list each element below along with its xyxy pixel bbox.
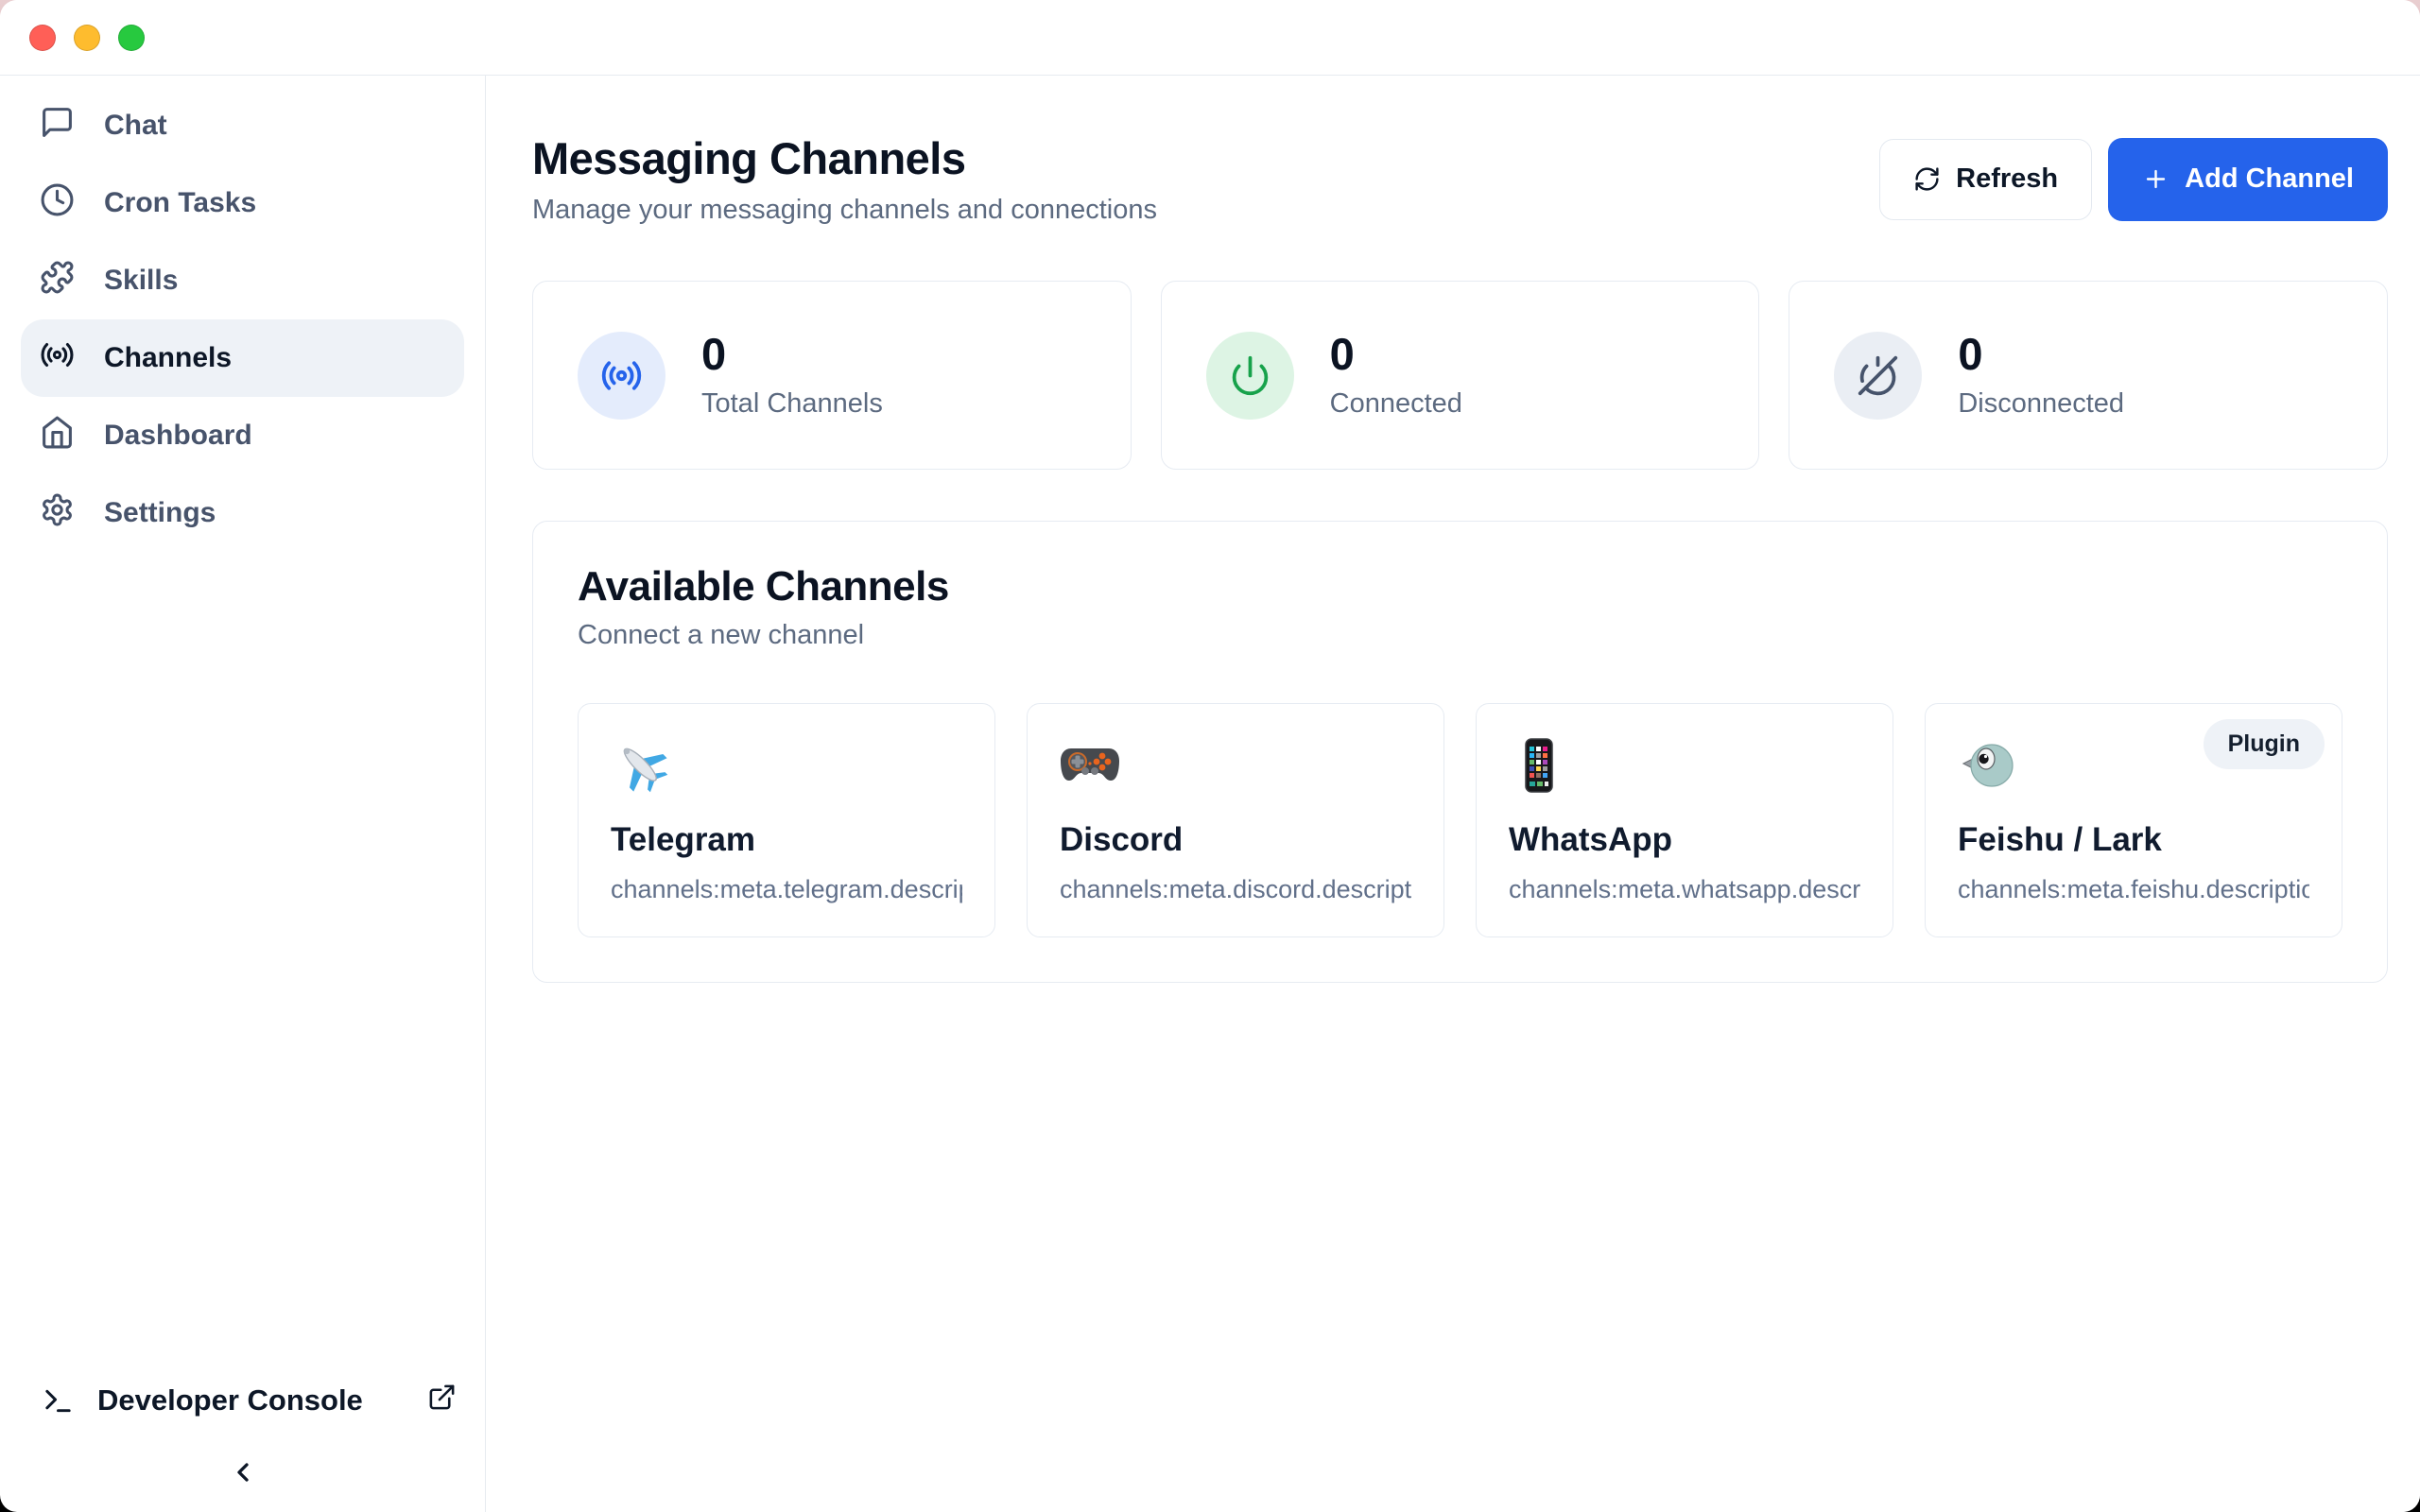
external-link-icon bbox=[427, 1383, 457, 1419]
available-channels-subtitle: Connect a new channel bbox=[578, 620, 2342, 651]
main-content: Messaging Channels Manage your messaging… bbox=[486, 76, 2420, 1512]
page-header: Messaging Channels Manage your messaging… bbox=[532, 132, 2388, 226]
chevron-left-icon bbox=[228, 1457, 258, 1487]
refresh-icon bbox=[1913, 165, 1941, 193]
available-channels-title: Available Channels bbox=[578, 563, 2342, 610]
home-icon bbox=[40, 415, 75, 457]
header-actions: Refresh Add Channel bbox=[1879, 138, 2388, 221]
power-icon bbox=[1206, 332, 1294, 420]
channel-description: channels:meta.whatsapp.descrip bbox=[1509, 875, 1860, 904]
channel-card-discord[interactable]: Discord channels:meta.discord.descriptic bbox=[1027, 703, 1444, 937]
sidebar-item-label: Dashboard bbox=[104, 420, 252, 452]
stat-card-total-channels: 0 Total Channels bbox=[532, 281, 1132, 470]
add-channel-button[interactable]: Add Channel bbox=[2108, 138, 2388, 221]
sidebar-item-channels[interactable]: Channels bbox=[21, 319, 464, 397]
add-channel-button-label: Add Channel bbox=[2185, 163, 2354, 195]
clock-icon bbox=[40, 182, 75, 225]
channel-card-telegram[interactable]: Telegram channels:meta.telegram.descript bbox=[578, 703, 995, 937]
close-window-button[interactable] bbox=[29, 25, 56, 51]
stat-label: Connected bbox=[1330, 388, 1462, 420]
channel-description: channels:meta.feishu.description bbox=[1958, 875, 2309, 904]
sidebar-item-label: Channels bbox=[104, 342, 232, 374]
page-title: Messaging Channels bbox=[532, 132, 1157, 184]
terminal-icon bbox=[42, 1384, 75, 1418]
developer-console-link[interactable]: Developer Console bbox=[21, 1370, 464, 1431]
puzzle-icon bbox=[40, 260, 75, 302]
plus-icon bbox=[2142, 165, 2169, 193]
power-off-icon bbox=[1834, 332, 1922, 420]
zoom-window-button[interactable] bbox=[118, 25, 145, 51]
sidebar: Chat Cron Tasks Skills bbox=[0, 76, 486, 1512]
stat-label: Disconnected bbox=[1958, 388, 2124, 420]
chat-bubble-icon bbox=[40, 105, 75, 147]
channel-card-whatsapp[interactable]: WhatsApp channels:meta.whatsapp.descrip bbox=[1476, 703, 1893, 937]
sidebar-nav: Chat Cron Tasks Skills bbox=[21, 87, 464, 552]
sidebar-item-cron-tasks[interactable]: Cron Tasks bbox=[21, 164, 464, 242]
channel-name: Feishu / Lark bbox=[1958, 821, 2309, 859]
radio-icon bbox=[578, 332, 666, 420]
stat-value: 0 bbox=[1330, 332, 1462, 376]
channel-name: WhatsApp bbox=[1509, 821, 1860, 859]
channel-name: Discord bbox=[1060, 821, 1411, 859]
channel-grid: Telegram channels:meta.telegram.descript bbox=[578, 703, 2342, 937]
sidebar-item-label: Skills bbox=[104, 265, 178, 297]
stat-value: 0 bbox=[1958, 332, 2124, 376]
channel-description: channels:meta.telegram.descript bbox=[611, 875, 962, 904]
mobile-phone-emoji bbox=[1509, 735, 1569, 796]
available-channels-section: Available Channels Connect a new channel bbox=[532, 521, 2388, 983]
channel-card-feishu[interactable]: Plugin Feishu / Lark channels:meta. bbox=[1925, 703, 2342, 937]
airplane-emoji bbox=[611, 735, 671, 796]
stats-row: 0 Total Channels 0 Connected bbox=[532, 281, 2388, 470]
app-window: Chat Cron Tasks Skills bbox=[0, 0, 2420, 1512]
sidebar-item-label: Chat bbox=[104, 110, 167, 142]
radio-icon bbox=[40, 337, 75, 380]
refresh-button[interactable]: Refresh bbox=[1879, 139, 2092, 220]
stat-value: 0 bbox=[701, 332, 883, 376]
sidebar-footer: Developer Console bbox=[21, 1370, 464, 1487]
sidebar-item-label: Settings bbox=[104, 497, 216, 529]
stat-label: Total Channels bbox=[701, 388, 883, 420]
sidebar-item-label: Cron Tasks bbox=[104, 187, 256, 219]
bird-emoji bbox=[1958, 735, 2018, 796]
sidebar-item-skills[interactable]: Skills bbox=[21, 242, 464, 319]
gear-icon bbox=[40, 492, 75, 535]
stat-card-connected: 0 Connected bbox=[1161, 281, 1760, 470]
minimize-window-button[interactable] bbox=[74, 25, 100, 51]
refresh-button-label: Refresh bbox=[1956, 163, 2058, 195]
sidebar-item-settings[interactable]: Settings bbox=[21, 474, 464, 552]
page-subtitle: Manage your messaging channels and conne… bbox=[532, 195, 1157, 226]
collapse-sidebar-button[interactable] bbox=[21, 1457, 464, 1487]
sidebar-item-chat[interactable]: Chat bbox=[21, 87, 464, 164]
channel-description: channels:meta.discord.descriptic bbox=[1060, 875, 1411, 904]
game-controller-emoji bbox=[1060, 735, 1120, 796]
stat-card-disconnected: 0 Disconnected bbox=[1789, 281, 2388, 470]
channel-name: Telegram bbox=[611, 821, 962, 859]
window-titlebar bbox=[0, 0, 2420, 76]
developer-console-label: Developer Console bbox=[97, 1383, 363, 1418]
plugin-badge: Plugin bbox=[2204, 719, 2325, 769]
sidebar-item-dashboard[interactable]: Dashboard bbox=[21, 397, 464, 474]
